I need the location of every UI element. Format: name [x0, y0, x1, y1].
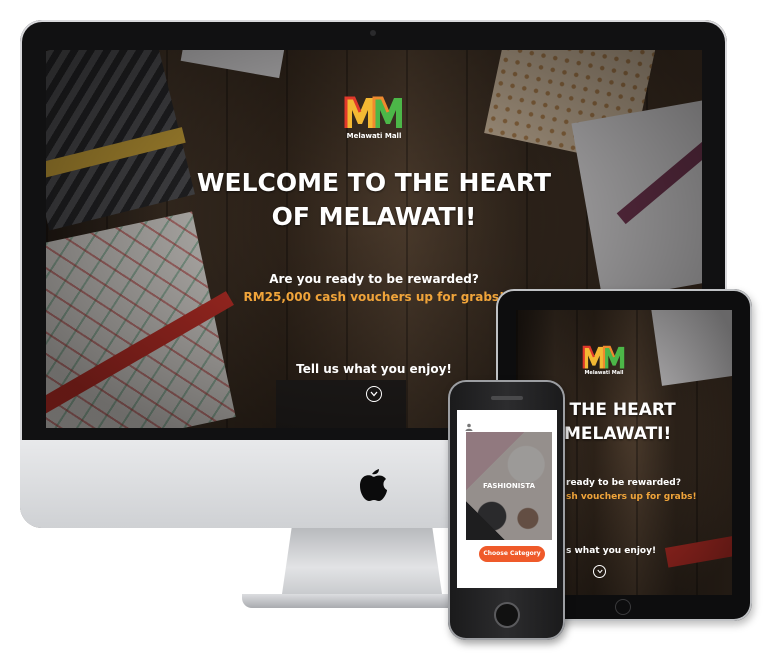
brand-logo — [344, 90, 404, 130]
imac-camera — [370, 30, 376, 36]
mm-logo-icon — [344, 96, 402, 128]
tablet-scroll-down-button[interactable] — [593, 565, 606, 578]
chevron-down-icon — [596, 569, 603, 574]
reward-offer: RM25,000 cash vouchers up for grabs! — [243, 290, 505, 304]
cta-text: Tell us what you enjoy! — [296, 362, 452, 376]
reward-question: Are you ready to be rewarded? — [269, 272, 479, 286]
brand-name: Melawati Mall — [346, 132, 402, 140]
tablet-home-button[interactable] — [615, 599, 631, 615]
tablet-reward-question: ready to be rewarded? — [566, 478, 681, 488]
user-icon[interactable] — [465, 416, 473, 431]
mm-logo-icon — [582, 345, 625, 369]
imac-stand-foot — [242, 594, 482, 608]
apple-logo-icon — [355, 462, 389, 502]
scroll-down-button[interactable] — [366, 386, 382, 402]
hero-headline-line2: OF MELAWATI! — [271, 202, 477, 231]
tablet-cta-text: s what you enjoy! — [566, 546, 657, 556]
phone-speaker — [491, 396, 523, 400]
tablet-brand-name: Melawati Mall — [584, 370, 624, 376]
hero-headline-line1: WELCOME TO THE HEART — [196, 168, 552, 197]
chevron-down-icon — [370, 391, 378, 397]
phone-home-button[interactable] — [494, 602, 520, 628]
imac-stand-neck — [282, 528, 442, 594]
category-card-fashion[interactable]: FASHIONISTA — [466, 432, 552, 540]
category-title: FASHIONISTA — [482, 482, 535, 490]
tablet-brand-logo — [582, 340, 626, 370]
tablet-headline-line2: MELAWATI! — [564, 424, 672, 444]
choose-category-button[interactable]: Choose Category — [479, 546, 545, 562]
tablet-reward-offer: sh vouchers up for grabs! — [566, 492, 697, 502]
